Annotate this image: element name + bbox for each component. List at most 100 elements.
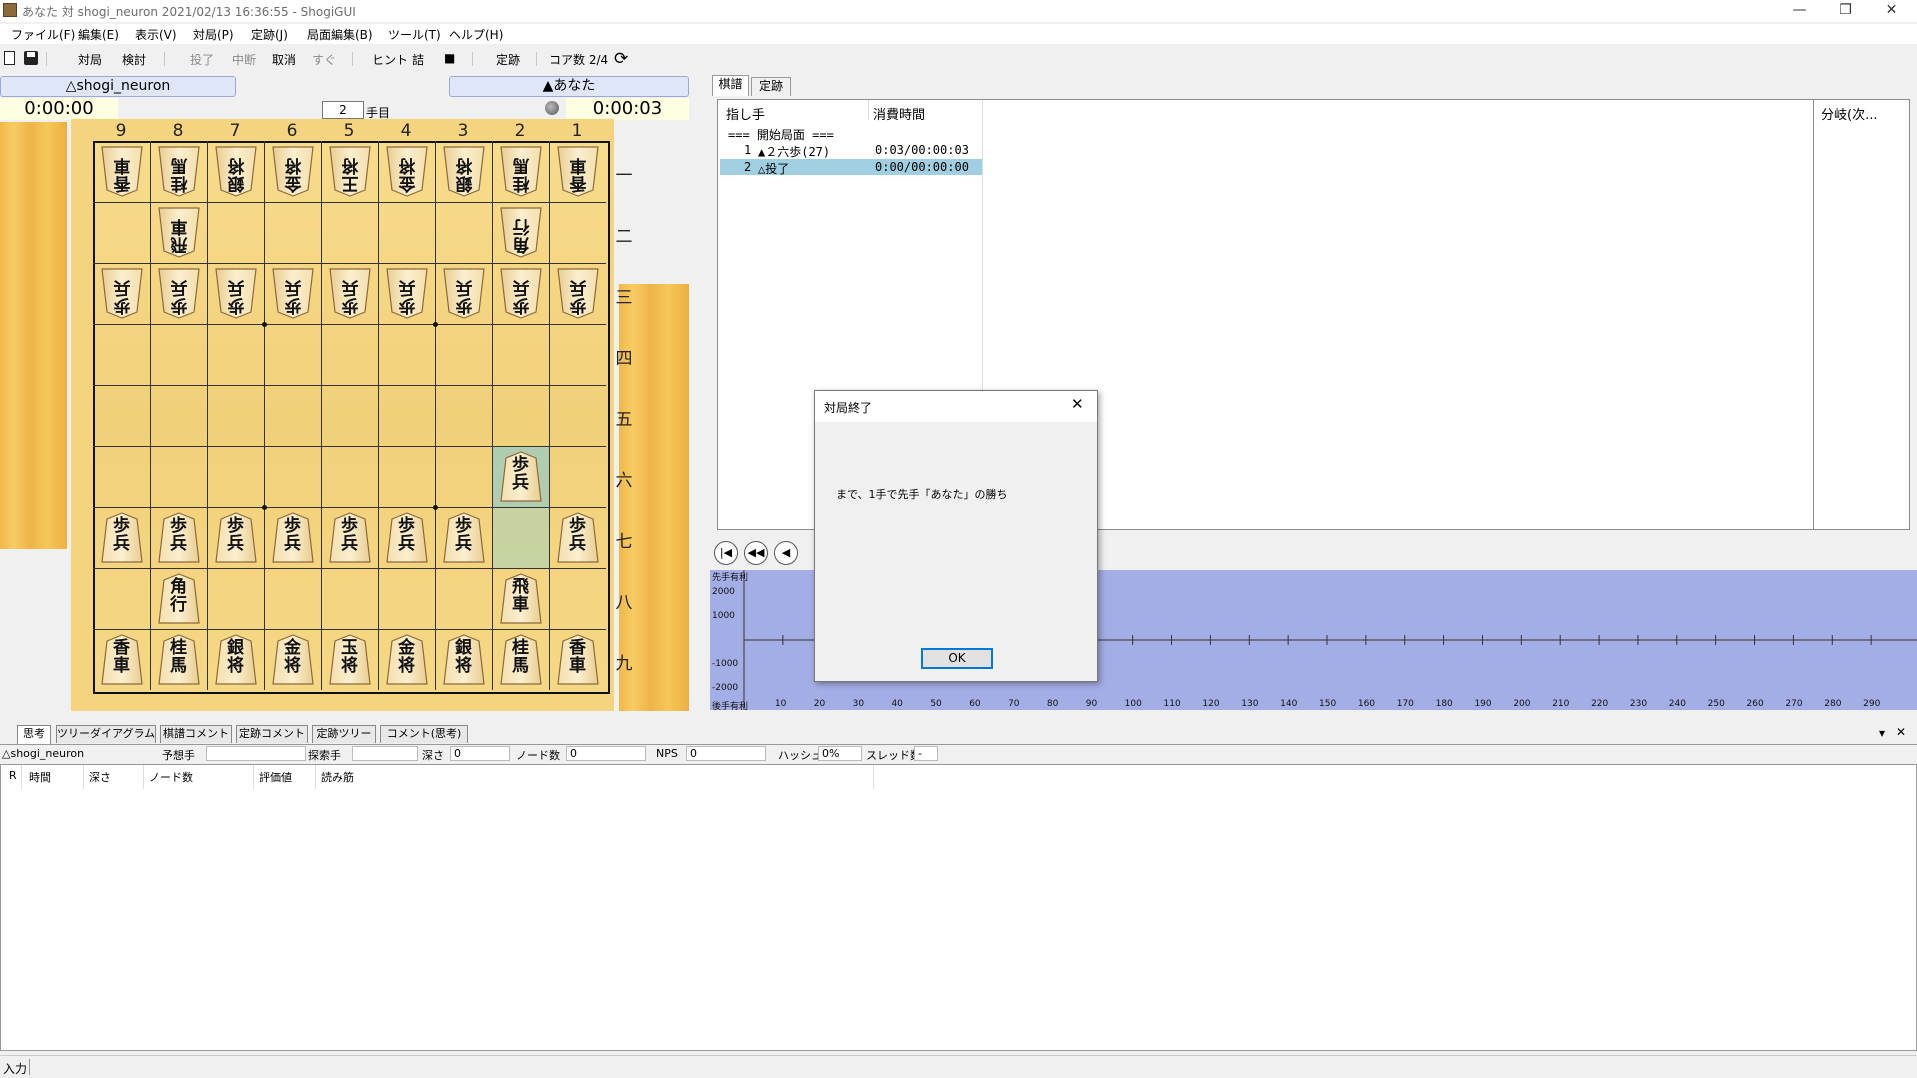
sente-piece[interactable]: 歩 兵 <box>270 511 316 564</box>
nodes-label: ノード数 <box>516 749 560 762</box>
x-tick-label: 130 <box>1241 699 1259 709</box>
sente-piece[interactable]: 歩 兵 <box>156 511 202 564</box>
menu-help[interactable]: ヘルプ(H) <box>449 26 503 43</box>
taikyoku-button[interactable]: 対局 <box>78 51 102 68</box>
tab-joseki[interactable]: 定跡 <box>751 77 791 96</box>
tab-comment-thinking[interactable]: コメント(思考) <box>380 725 468 743</box>
kifu-row-1[interactable]: 1 ▲２六歩(27) 0:03/00:00:03 <box>718 142 982 159</box>
toryo-button[interactable]: 投了 <box>190 51 214 68</box>
gote-piece[interactable]: 歩 兵 <box>99 267 145 320</box>
minimize-button[interactable]: — <box>1777 0 1822 22</box>
sente-piece[interactable]: 香 車 <box>555 633 601 686</box>
tsume-button[interactable]: 詰 <box>412 51 424 68</box>
menu-tools[interactable]: ツール(T) <box>388 26 441 43</box>
tab-kifu-comment[interactable]: 棋譜コメント <box>160 725 232 743</box>
gote-piece[interactable]: 香 車 <box>555 145 601 198</box>
sente-piece[interactable]: 歩 兵 <box>498 450 544 503</box>
tab-joseki-tree[interactable]: 定跡ツリー <box>312 725 376 743</box>
panel-close-icon[interactable]: ✕ <box>1896 725 1906 739</box>
tab-thinking[interactable]: 思考 <box>17 725 51 744</box>
col-time-header[interactable]: 時間 <box>29 769 51 785</box>
gote-piece[interactable]: 歩 兵 <box>498 267 544 320</box>
sente-piece[interactable]: 飛 車 <box>498 572 544 625</box>
kifu-start-row[interactable]: === 開始局面 === <box>728 126 834 143</box>
gote-piece[interactable]: 角 行 <box>498 206 544 259</box>
col-depth-header[interactable]: 深さ <box>89 769 111 785</box>
piece-label: 飛 車 <box>512 577 529 615</box>
sente-piece[interactable]: 歩 兵 <box>327 511 373 564</box>
col-eval-header[interactable]: 評価値 <box>259 769 292 785</box>
sente-piece[interactable]: 金 将 <box>270 633 316 686</box>
back-one-button[interactable]: ◀ <box>774 541 798 565</box>
menu-position-edit[interactable]: 局面編集(B) <box>307 26 373 43</box>
save-icon[interactable] <box>24 51 38 65</box>
dialog-close-icon[interactable]: ✕ <box>1071 395 1084 413</box>
x-tick-label: 250 <box>1707 699 1725 709</box>
col-pv-header[interactable]: 読み筋 <box>321 769 354 785</box>
gote-piece[interactable]: 歩 兵 <box>327 267 373 320</box>
menu-joseki[interactable]: 定跡(J) <box>251 26 288 43</box>
gote-piece[interactable]: 王 将 <box>327 145 373 198</box>
col-time-header[interactable]: 消費時間 <box>873 104 925 123</box>
gote-piece[interactable]: 歩 兵 <box>270 267 316 320</box>
gote-piece[interactable]: 歩 兵 <box>156 267 202 320</box>
restore-button[interactable]: ❐ <box>1823 0 1868 22</box>
refresh-icon[interactable]: ⟳ <box>614 49 628 69</box>
gote-piece[interactable]: 飛 車 <box>156 206 202 259</box>
col-move-header[interactable]: 指し手 <box>726 104 765 123</box>
menu-game[interactable]: 対局(P) <box>193 26 234 43</box>
x-tick-label: 10 <box>774 699 787 709</box>
sente-piece[interactable]: 桂 馬 <box>498 633 544 686</box>
back-ten-button[interactable]: ◀◀ <box>744 541 768 565</box>
gote-piece[interactable]: 歩 兵 <box>441 267 487 320</box>
panel-collapse-icon[interactable]: ▾ <box>1879 726 1885 740</box>
gote-piece[interactable]: 香 車 <box>99 145 145 198</box>
shogi-board[interactable]: 香 車桂 馬銀 将金 将王 将金 将銀 将桂 馬香 車飛 車角 行歩 兵歩 兵歩… <box>93 141 610 694</box>
gote-piece[interactable]: 金 将 <box>270 145 316 198</box>
joseki-button[interactable]: 定跡 <box>496 51 520 68</box>
new-file-icon[interactable] <box>4 51 15 65</box>
menu-file[interactable]: ファイル(F) <box>11 26 75 43</box>
gote-piece[interactable]: 銀 将 <box>441 145 487 198</box>
gote-piece[interactable]: 歩 兵 <box>213 267 259 320</box>
menu-view[interactable]: 表示(V) <box>135 26 177 43</box>
sugu-button[interactable]: すぐ <box>312 51 336 68</box>
sente-piece[interactable]: 銀 将 <box>441 633 487 686</box>
chudan-button[interactable]: 中断 <box>232 51 256 68</box>
torikeshi-button[interactable]: 取消 <box>272 51 296 68</box>
gote-piece[interactable]: 桂 馬 <box>498 145 544 198</box>
tab-kifu[interactable]: 棋譜 <box>712 75 749 96</box>
sente-piece[interactable]: 歩 兵 <box>441 511 487 564</box>
close-window-button[interactable]: ✕ <box>1869 0 1914 22</box>
col-r-header[interactable]: R <box>9 769 17 782</box>
gote-piece[interactable]: 桂 馬 <box>156 145 202 198</box>
sente-piece[interactable]: 歩 兵 <box>213 511 259 564</box>
sente-piece[interactable]: 歩 兵 <box>99 511 145 564</box>
sente-piece[interactable]: 金 将 <box>384 633 430 686</box>
menu-edit[interactable]: 編集(E) <box>78 26 119 43</box>
kento-button[interactable]: 検討 <box>122 51 146 68</box>
col-nodes-header[interactable]: ノード数 <box>149 769 193 785</box>
move-number-field[interactable]: 2 <box>322 101 364 119</box>
tab-joseki-comment[interactable]: 定跡コメント <box>236 725 308 743</box>
ok-button[interactable]: OK <box>921 648 993 669</box>
sente-piece[interactable]: 角 行 <box>156 572 202 625</box>
stop-button[interactable]: ■ <box>444 51 455 65</box>
gote-piece[interactable]: 歩 兵 <box>384 267 430 320</box>
gote-piece[interactable]: 金 将 <box>384 145 430 198</box>
col-branch-header[interactable]: 分岐(次... <box>1821 104 1877 123</box>
sente-piece[interactable]: 玉 将 <box>327 633 373 686</box>
file-label: 8 <box>172 121 184 141</box>
kifu-row-2-selected[interactable]: 2 △投了 0:00/00:00:00 <box>720 159 982 176</box>
gote-piece[interactable]: 銀 将 <box>213 145 259 198</box>
sente-piece[interactable]: 銀 将 <box>213 633 259 686</box>
first-move-button[interactable]: |◀ <box>714 541 738 565</box>
sente-piece[interactable]: 桂 馬 <box>156 633 202 686</box>
gote-piece[interactable]: 歩 兵 <box>555 267 601 320</box>
sente-piece[interactable]: 歩 兵 <box>555 511 601 564</box>
sente-piece[interactable]: 香 車 <box>99 633 145 686</box>
tab-tree-diagram[interactable]: ツリーダイアグラム <box>56 725 156 743</box>
core-count-label: コア数 2/4 <box>549 53 609 67</box>
sente-piece[interactable]: 歩 兵 <box>384 511 430 564</box>
hint-button[interactable]: ヒント <box>372 51 408 68</box>
